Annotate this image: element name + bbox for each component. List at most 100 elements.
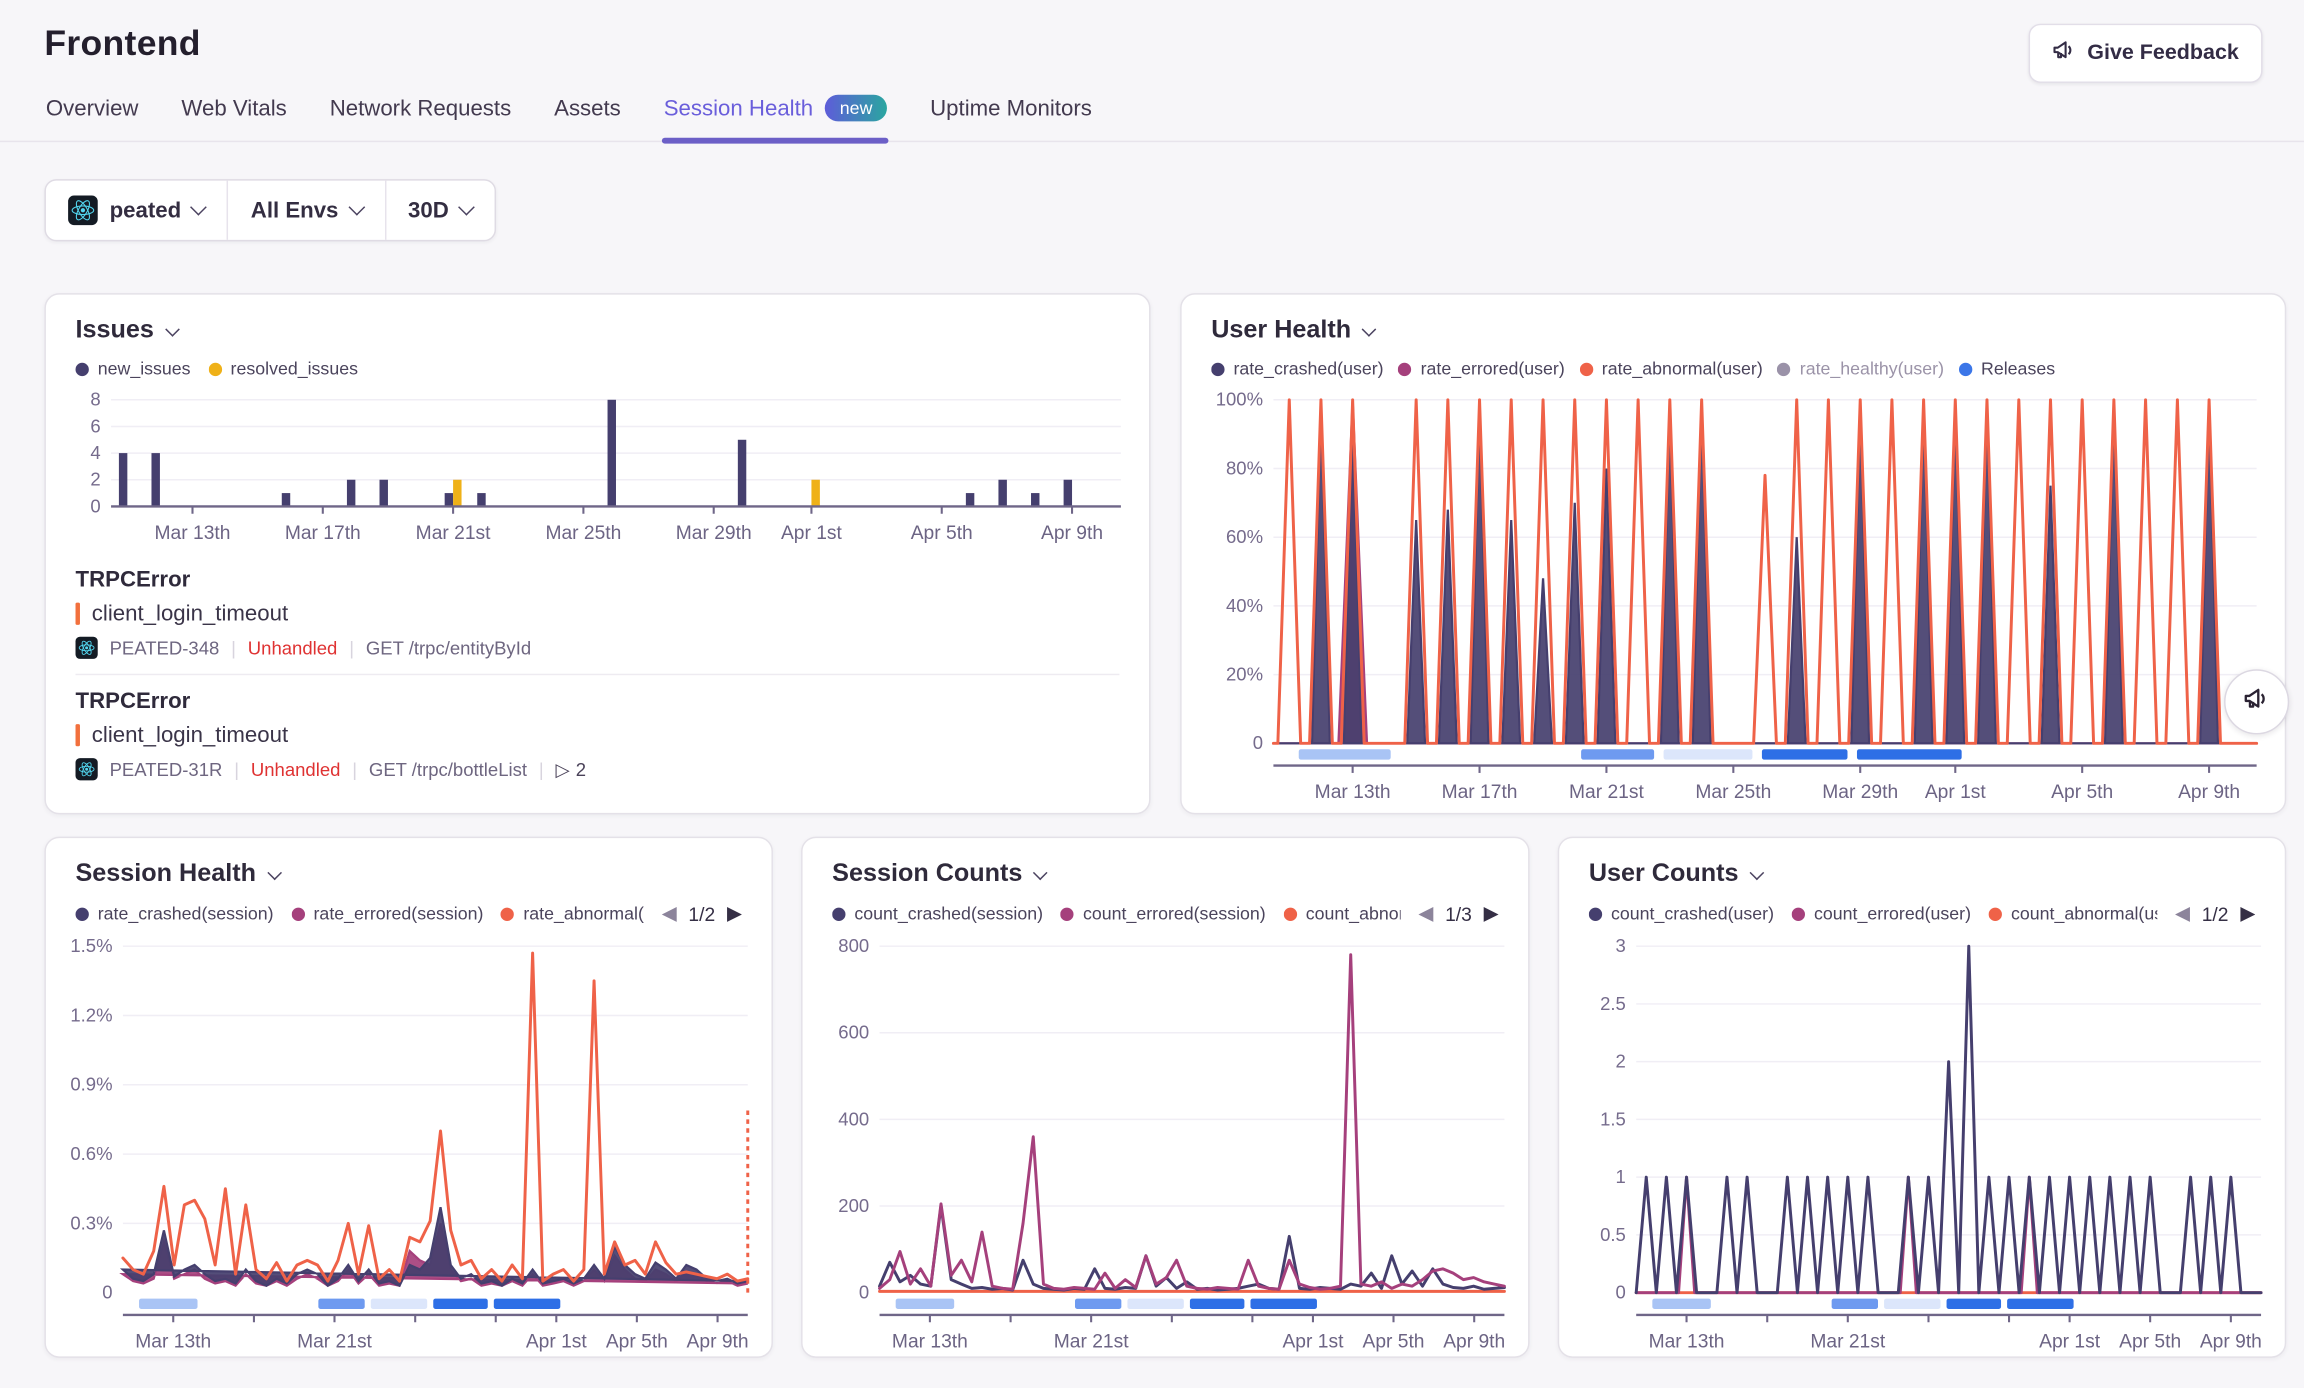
session-counts-chart: 0200400600800Mar 13thMar 21stApr 1stApr … bbox=[814, 925, 1516, 1357]
legend-page-count: 1/2 bbox=[688, 902, 715, 924]
svg-text:Mar 17th: Mar 17th bbox=[285, 523, 361, 544]
svg-text:0.9%: 0.9% bbox=[70, 1074, 112, 1095]
tab-uptime-monitors[interactable]: Uptime Monitors bbox=[929, 96, 1094, 140]
react-project-icon bbox=[76, 637, 98, 659]
legend-prev-icon[interactable]: ◀ bbox=[2175, 902, 2190, 926]
legend-item-releases[interactable]: Releases bbox=[1959, 358, 2055, 379]
svg-text:60%: 60% bbox=[1226, 526, 1263, 547]
svg-text:3: 3 bbox=[1616, 935, 1626, 956]
legend-pager: ◀ 1/3 ▶ bbox=[1418, 902, 1498, 926]
legend-item-rate-errored-session[interactable]: rate_errored(session) bbox=[291, 903, 483, 924]
svg-text:0: 0 bbox=[90, 495, 100, 516]
legend-item-rate-abnormal-user[interactable]: rate_abnormal(user) bbox=[1580, 358, 1763, 379]
legend-item-count-crashed-user[interactable]: count_crashed(user) bbox=[1589, 903, 1774, 924]
legend-next-icon[interactable]: ▶ bbox=[2240, 902, 2255, 926]
legend-page-count: 1/3 bbox=[1445, 902, 1472, 924]
new-badge: new bbox=[825, 95, 887, 122]
legend-prev-icon[interactable]: ◀ bbox=[1418, 902, 1433, 926]
user-counts-panel-title-dropdown[interactable]: User Counts bbox=[1589, 859, 1762, 889]
legend-item-count-abnormal-session[interactable]: count_abnormal(session) bbox=[1284, 903, 1401, 924]
svg-text:0.5: 0.5 bbox=[1600, 1224, 1626, 1245]
tab-overview[interactable]: Overview bbox=[44, 96, 140, 140]
issues-panel: Issues new_issues resolved_issues 02468M… bbox=[44, 293, 1150, 814]
error-level-bar bbox=[76, 724, 80, 746]
legend-item-rate-crashed-session[interactable]: rate_crashed(session) bbox=[76, 903, 274, 924]
project-selector[interactable]: peated bbox=[46, 181, 227, 240]
svg-text:Mar 21st: Mar 21st bbox=[1810, 1331, 1885, 1352]
legend-page-count: 1/2 bbox=[2202, 902, 2229, 924]
issues-legend: new_issues resolved_issues bbox=[76, 358, 1120, 379]
legend-item-rate-abnormal-session[interactable]: rate_abnormal(session) bbox=[501, 903, 644, 924]
svg-text:Mar 29th: Mar 29th bbox=[1822, 782, 1898, 803]
tab-network-requests[interactable]: Network Requests bbox=[328, 96, 512, 140]
tab-session-health[interactable]: Session Health new bbox=[662, 95, 888, 141]
svg-text:Mar 25th: Mar 25th bbox=[1695, 782, 1771, 803]
svg-text:2.5: 2.5 bbox=[1600, 993, 1626, 1014]
svg-text:400: 400 bbox=[838, 1108, 869, 1129]
issue-type[interactable]: TRPCError bbox=[76, 567, 1120, 592]
issue-short-id: PEATED-31R bbox=[110, 759, 223, 780]
svg-text:Apr 9th: Apr 9th bbox=[1443, 1331, 1505, 1352]
tab-assets[interactable]: Assets bbox=[553, 96, 623, 140]
user-counts-chart: 00.511.522.53Mar 13thMar 21stApr 1stApr … bbox=[1571, 925, 2273, 1357]
legend-item-count-errored-user[interactable]: count_errored(user) bbox=[1792, 903, 1971, 924]
series-dot bbox=[1959, 362, 1972, 375]
issue-row[interactable]: TRPCError client_login_timeout PEATED-31… bbox=[76, 674, 1120, 795]
environment-selector[interactable]: All Envs bbox=[227, 181, 384, 240]
svg-text:Mar 13th: Mar 13th bbox=[155, 523, 231, 544]
svg-text:2: 2 bbox=[90, 469, 100, 490]
legend-next-icon[interactable]: ▶ bbox=[727, 902, 742, 926]
legend-item-resolved-issues[interactable]: resolved_issues bbox=[208, 358, 358, 379]
legend-item-count-abnormal-user[interactable]: count_abnormal(user) bbox=[1989, 903, 2158, 924]
svg-text:0: 0 bbox=[1616, 1282, 1626, 1303]
legend-item-count-errored-session[interactable]: count_errored(session) bbox=[1061, 903, 1266, 924]
react-project-icon bbox=[76, 758, 98, 780]
svg-text:Apr 1st: Apr 1st bbox=[1282, 1331, 1344, 1352]
svg-text:80%: 80% bbox=[1226, 457, 1263, 478]
svg-text:600: 600 bbox=[838, 1022, 869, 1043]
svg-text:Apr 5th: Apr 5th bbox=[911, 523, 973, 544]
series-dot bbox=[1792, 907, 1805, 920]
svg-text:Mar 13th: Mar 13th bbox=[892, 1331, 968, 1352]
legend-next-icon[interactable]: ▶ bbox=[1484, 902, 1499, 926]
session-counts-panel-title-dropdown[interactable]: Session Counts bbox=[832, 859, 1046, 889]
date-range-selector[interactable]: 30D bbox=[384, 181, 494, 240]
legend-item-count-crashed-session[interactable]: count_crashed(session) bbox=[832, 903, 1043, 924]
issue-type[interactable]: TRPCError bbox=[76, 689, 1120, 714]
svg-text:6: 6 bbox=[90, 415, 100, 436]
series-dot bbox=[1580, 362, 1593, 375]
legend-item-rate-healthy-user[interactable]: rate_healthy(user) bbox=[1778, 358, 1944, 379]
app-window: Frontend Give Feedback Overview Web Vita… bbox=[0, 0, 2304, 1388]
series-dot bbox=[832, 907, 845, 920]
svg-text:1: 1 bbox=[1616, 1166, 1626, 1187]
svg-text:Apr 9th: Apr 9th bbox=[1041, 523, 1103, 544]
series-dot bbox=[1589, 907, 1602, 920]
legend-pager: ◀ 1/2 ▶ bbox=[662, 902, 742, 926]
svg-text:Apr 5th: Apr 5th bbox=[2119, 1331, 2181, 1352]
feedback-fab[interactable] bbox=[2224, 669, 2289, 734]
chevron-down-icon bbox=[458, 199, 475, 216]
issues-panel-title-dropdown[interactable]: Issues bbox=[76, 315, 178, 345]
svg-text:Apr 1st: Apr 1st bbox=[2039, 1331, 2101, 1352]
session-health-panel-title-dropdown[interactable]: Session Health bbox=[76, 859, 280, 889]
error-level-bar bbox=[76, 603, 80, 625]
svg-text:200: 200 bbox=[838, 1195, 869, 1216]
tab-web-vitals[interactable]: Web Vitals bbox=[180, 96, 288, 140]
give-feedback-button[interactable]: Give Feedback bbox=[2028, 24, 2262, 83]
replay-count[interactable]: ▷2 bbox=[556, 758, 586, 780]
session-counts-legend: count_crashed(session) count_errored(ses… bbox=[832, 902, 1498, 926]
legend-item-rate-errored-user[interactable]: rate_errored(user) bbox=[1398, 358, 1564, 379]
user-health-panel-title-dropdown[interactable]: User Health bbox=[1211, 315, 1375, 345]
legend-item-new-issues[interactable]: new_issues bbox=[76, 358, 191, 379]
unhandled-tag: Unhandled bbox=[251, 759, 341, 780]
legend-item-rate-crashed-user[interactable]: rate_crashed(user) bbox=[1211, 358, 1383, 379]
megaphone-icon bbox=[2243, 685, 2270, 719]
series-dot bbox=[501, 907, 514, 920]
user-counts-panel: User Counts count_crashed(user) count_er… bbox=[1558, 837, 2287, 1358]
issue-row[interactable]: TRPCError client_login_timeout PEATED-34… bbox=[76, 554, 1120, 674]
svg-text:Apr 1st: Apr 1st bbox=[1925, 782, 1987, 803]
svg-text:Mar 21st: Mar 21st bbox=[297, 1331, 372, 1352]
legend-prev-icon[interactable]: ◀ bbox=[662, 902, 677, 926]
series-dot bbox=[208, 362, 221, 375]
svg-text:0: 0 bbox=[102, 1282, 112, 1303]
